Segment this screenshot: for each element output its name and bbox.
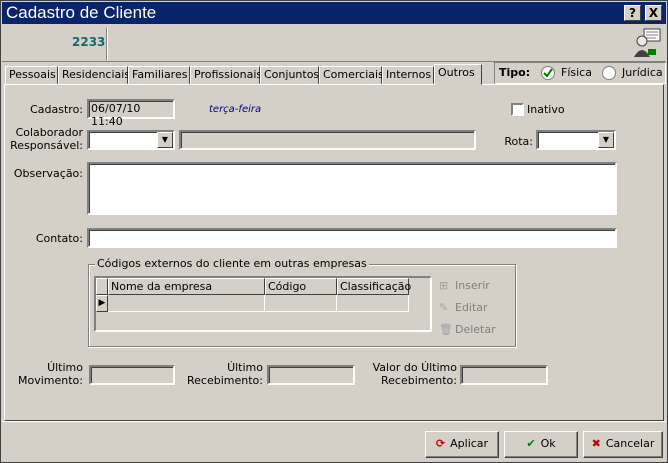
- ultimo-recebimento-label: Último Recebimento:: [187, 361, 263, 387]
- observacao-textarea[interactable]: [87, 162, 617, 215]
- tab-outros[interactable]: Outros: [434, 64, 482, 85]
- ultimo-movimento-label: Último Movimento:: [18, 361, 83, 387]
- action-bar: ⟳ Aplicar ✔ Ok ✖ Cancelar: [2, 421, 666, 462]
- tab-familiares[interactable]: Familiares: [128, 66, 190, 84]
- colaborador-name-field: [179, 130, 476, 150]
- deletar-button[interactable]: 🗑 Deletar: [439, 323, 496, 337]
- tipo-group: Tipo: Física Jurídica: [494, 62, 666, 84]
- tab-conjuntos[interactable]: Conjuntos: [260, 66, 319, 84]
- cadastro-cliente-window: Cadastro de Cliente ? X 2233 Pessoais Re…: [0, 0, 668, 463]
- weekday-text: terça-feira: [209, 104, 262, 115]
- chevron-down-icon[interactable]: ▼: [598, 132, 614, 148]
- rota-select[interactable]: ▼: [536, 130, 616, 150]
- ok-button[interactable]: ✔ Ok: [504, 431, 578, 458]
- close-button[interactable]: X: [645, 5, 662, 21]
- header-bar: 2233: [2, 24, 666, 62]
- ultimo-recebimento-field: [267, 365, 355, 385]
- title-bar: Cadastro de Cliente ? X: [2, 2, 666, 24]
- outros-tab-panel: Cadastro: 06/07/10 11:40 terça-feira Ina…: [4, 84, 664, 421]
- table-row-cell[interactable]: [108, 295, 265, 312]
- client-avatar-icon: [632, 27, 662, 59]
- cadastro-value: 06/07/10 11:40: [91, 102, 141, 128]
- radio-fisica-label[interactable]: Física: [561, 66, 592, 79]
- contato-label: Contato:: [35, 232, 83, 245]
- colaborador-label: Colaborador Responsável:: [10, 126, 83, 152]
- codigos-grid[interactable]: Nome da empresa Código Classificação ▶: [94, 276, 432, 332]
- codigos-externos-group: Códigos externos do cliente em outras em…: [88, 257, 516, 347]
- cadastro-label: Cadastro:: [30, 103, 83, 116]
- col-codigo[interactable]: Código: [265, 278, 337, 295]
- insert-icon: ⊞: [439, 279, 449, 292]
- editar-button[interactable]: ✎ Editar: [439, 301, 488, 315]
- tipo-label: Tipo:: [499, 66, 531, 79]
- row-indicator-icon: ▶: [96, 295, 108, 312]
- grid-corner: [96, 278, 108, 295]
- header-separator: [106, 28, 108, 60]
- aplicar-button[interactable]: ⟳ Aplicar: [425, 431, 499, 458]
- help-button[interactable]: ?: [624, 5, 641, 21]
- inativo-checkbox[interactable]: [511, 103, 524, 116]
- apply-icon: ⟳: [435, 437, 446, 450]
- table-row-cell[interactable]: [265, 295, 337, 312]
- valor-ultimo-recebimento-field: [460, 365, 548, 385]
- colaborador-select[interactable]: ▼: [87, 130, 175, 150]
- tab-comerciais[interactable]: Comerciais: [319, 66, 384, 84]
- check-icon: ✔: [526, 437, 536, 450]
- valor-ultimo-recebimento-label: Valor do Último Recebimento:: [372, 361, 457, 387]
- codigos-group-title: Códigos externos do cliente em outras em…: [95, 257, 369, 270]
- tab-internos[interactable]: Internos: [382, 66, 434, 84]
- trash-icon: 🗑: [439, 323, 453, 336]
- col-nome-empresa[interactable]: Nome da empresa: [108, 278, 265, 295]
- observacao-label: Observação:: [13, 167, 83, 180]
- contato-input[interactable]: [87, 228, 617, 248]
- table-row-cell[interactable]: [337, 295, 409, 312]
- cancelar-button[interactable]: ✖ Cancelar: [583, 431, 663, 458]
- tab-profissionais[interactable]: Profissionais: [190, 66, 262, 84]
- client-code: 2233: [72, 35, 106, 49]
- radio-juridica-label[interactable]: Jurídica: [622, 66, 663, 79]
- ultimo-movimento-field: [89, 365, 175, 385]
- radio-juridica[interactable]: [602, 66, 616, 80]
- inserir-button[interactable]: ⊞ Inserir: [439, 279, 490, 293]
- inativo-label[interactable]: Inativo: [527, 103, 565, 116]
- close-icon: ✖: [591, 437, 601, 450]
- window-title: Cadastro de Cliente: [6, 3, 157, 22]
- chevron-down-icon[interactable]: ▼: [157, 132, 173, 148]
- edit-icon: ✎: [439, 301, 449, 314]
- tab-residenciais[interactable]: Residenciais: [58, 66, 130, 84]
- radio-fisica[interactable]: [541, 66, 555, 80]
- col-classificacao[interactable]: Classificação: [337, 278, 411, 295]
- tab-pessoais[interactable]: Pessoais: [5, 66, 58, 84]
- rota-label: Rota:: [504, 135, 533, 148]
- cadastro-field: 06/07/10 11:40: [87, 99, 175, 128]
